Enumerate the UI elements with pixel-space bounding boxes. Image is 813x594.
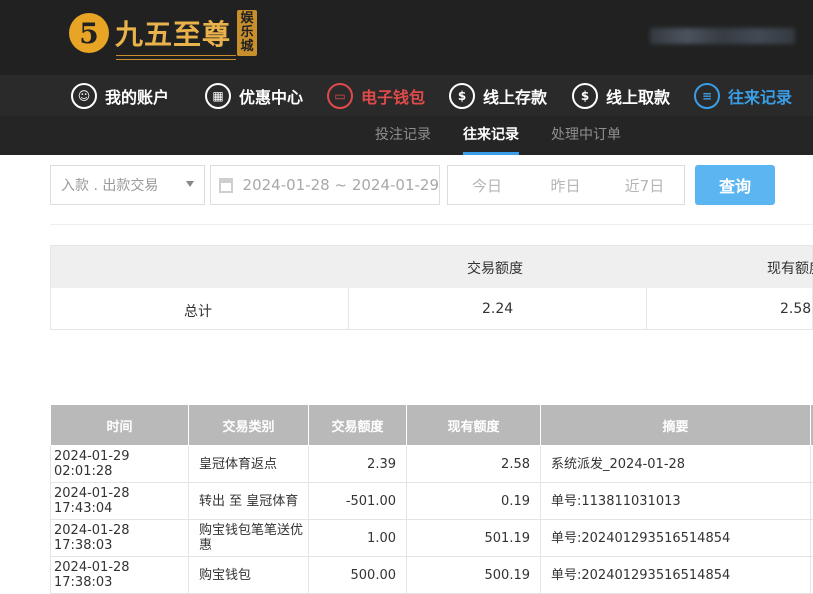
records-icon: ≡ bbox=[694, 83, 720, 109]
cell-balance: 0.19 bbox=[406, 482, 541, 520]
redacted-account-info bbox=[650, 28, 795, 44]
cell-amount: 1.00 bbox=[308, 519, 407, 557]
wallet-icon: ▭ bbox=[327, 83, 353, 109]
summary-header-balance: 现有额度 bbox=[767, 261, 813, 277]
column-header-time: 时间 bbox=[50, 404, 189, 446]
cell-amount: 500.00 bbox=[308, 556, 407, 594]
nav-item-label: 优惠中心 bbox=[239, 88, 304, 107]
brand-logo[interactable]: 5 九五至尊 娱 乐 城 bbox=[69, 10, 258, 56]
cell-balance: 501.19 bbox=[406, 519, 541, 557]
cell-type: 皇冠体育返点 bbox=[188, 445, 309, 483]
brand-badge-char: 乐 bbox=[240, 25, 254, 40]
column-header-amount: 交易额度 bbox=[308, 404, 407, 446]
main-nav: ☺ 我的账户 ▦ 优惠中心 ▭ 电子钱包 $ 线上存款 $ 线上取款 ≡ 往来记… bbox=[0, 75, 813, 117]
user-icon: ☺ bbox=[71, 83, 97, 109]
tab-bet-records[interactable]: 投注记录 bbox=[375, 116, 431, 155]
date-range-input[interactable]: 2024-01-28 ~ 2024-01-29 bbox=[210, 165, 440, 205]
nav-item-label: 往来记录 bbox=[728, 88, 793, 107]
nav-item-withdraw[interactable]: $ 线上取款 bbox=[572, 81, 670, 111]
summary-col-divider bbox=[348, 288, 349, 330]
logo-emblem: 5 bbox=[69, 13, 109, 53]
summary-total-balance: 2.58 bbox=[780, 301, 812, 317]
query-button[interactable]: 查询 bbox=[695, 165, 775, 205]
nav-item-e-wallet[interactable]: ▭ 电子钱包 bbox=[327, 81, 425, 111]
yesterday-button[interactable]: 昨日 bbox=[526, 165, 606, 205]
table-row: 2024-01-28 17:43:04 转出 至 皇冠体育 -501.00 0.… bbox=[50, 482, 813, 520]
nav-item-label: 电子钱包 bbox=[361, 88, 426, 107]
today-button[interactable]: 今日 bbox=[447, 165, 527, 205]
logo-ornament bbox=[116, 55, 236, 60]
table-row: 2024-01-29 02:01:28 皇冠体育返点 2.39 2.58 系统派… bbox=[50, 445, 813, 483]
summary-total-amount: 2.24 bbox=[482, 301, 514, 317]
cell-type: 购宝钱包 bbox=[188, 556, 309, 594]
divider bbox=[50, 224, 813, 225]
date-range-value: 2024-01-28 ~ 2024-01-29 bbox=[242, 176, 439, 194]
cell-type: 转出 至 皇冠体育 bbox=[188, 482, 309, 520]
tab-pending-orders[interactable]: 处理中订单 bbox=[551, 116, 621, 155]
select-value: 入款 . 出款交易 bbox=[61, 178, 159, 194]
tab-transaction-records[interactable]: 往来记录 bbox=[463, 116, 519, 155]
column-header-summary: 摘要 bbox=[540, 404, 811, 446]
column-header-type: 交易类别 bbox=[188, 404, 309, 446]
nav-item-label: 线上存款 bbox=[483, 88, 548, 107]
summary-total-label: 总计 bbox=[184, 304, 212, 320]
table-row: 2024-01-28 17:38:03 购宝钱包 500.00 500.19 单… bbox=[50, 556, 813, 594]
summary-col-divider bbox=[646, 288, 647, 330]
top-header: 5 九五至尊 娱 乐 城 bbox=[0, 0, 813, 75]
cell-amount: 2.39 bbox=[308, 445, 407, 483]
cell-time: 2024-01-28 17:43:04 bbox=[50, 482, 189, 520]
brand-badge-char: 娱 bbox=[240, 11, 254, 26]
transactions-table: 时间 交易类别 交易额度 现有额度 摘要 2024-01-29 02:01:28… bbox=[50, 404, 813, 594]
summary-header-amount: 交易额度 bbox=[467, 261, 523, 277]
deposit-icon: $ bbox=[449, 83, 475, 109]
nav-item-records[interactable]: ≡ 往来记录 bbox=[694, 81, 792, 111]
brand-name: 九五至尊 bbox=[115, 18, 232, 51]
brand-badge-char: 城 bbox=[240, 39, 254, 54]
cell-summary: 单号:202401293516514854 bbox=[540, 519, 811, 557]
nav-item-label: 我的账户 bbox=[105, 88, 170, 107]
cell-time: 2024-01-28 17:38:03 bbox=[50, 519, 189, 557]
cell-type: 购宝钱包笔笔送优惠 bbox=[188, 519, 309, 557]
cell-balance: 2.58 bbox=[406, 445, 541, 483]
sub-nav: 投注记录 往来记录 处理中订单 bbox=[0, 116, 813, 155]
table-header-row: 时间 交易类别 交易额度 现有额度 摘要 bbox=[50, 404, 813, 446]
summary-header bbox=[51, 246, 812, 288]
cell-summary: 单号:113811031013 bbox=[540, 482, 811, 520]
transaction-type-select[interactable]: 入款 . 出款交易 bbox=[50, 165, 205, 205]
nav-item-promotions[interactable]: ▦ 优惠中心 bbox=[205, 81, 303, 111]
table-row: 2024-01-28 17:38:03 购宝钱包笔笔送优惠 1.00 501.1… bbox=[50, 519, 813, 557]
summary-table: 交易额度 现有额度 总计 2.24 2.58 bbox=[50, 245, 813, 330]
brand-badge: 娱 乐 城 bbox=[237, 10, 258, 56]
chevron-down-icon bbox=[186, 181, 194, 187]
cell-time: 2024-01-28 17:38:03 bbox=[50, 556, 189, 594]
gift-icon: ▦ bbox=[205, 83, 231, 109]
cell-amount: -501.00 bbox=[308, 482, 407, 520]
calendar-icon bbox=[219, 177, 233, 193]
cell-summary: 单号:202401293516514854 bbox=[540, 556, 811, 594]
cell-balance: 500.19 bbox=[406, 556, 541, 594]
withdraw-icon: $ bbox=[572, 83, 598, 109]
nav-item-deposit[interactable]: $ 线上存款 bbox=[449, 81, 547, 111]
nav-item-my-account[interactable]: ☺ 我的账户 bbox=[71, 81, 169, 111]
cell-summary: 系统派发_2024-01-28 bbox=[540, 445, 811, 483]
last-7-days-button[interactable]: 近7日 bbox=[605, 165, 685, 205]
nav-item-label: 线上取款 bbox=[606, 88, 671, 107]
column-header-balance: 现有额度 bbox=[406, 404, 541, 446]
cell-time: 2024-01-29 02:01:28 bbox=[50, 445, 189, 483]
